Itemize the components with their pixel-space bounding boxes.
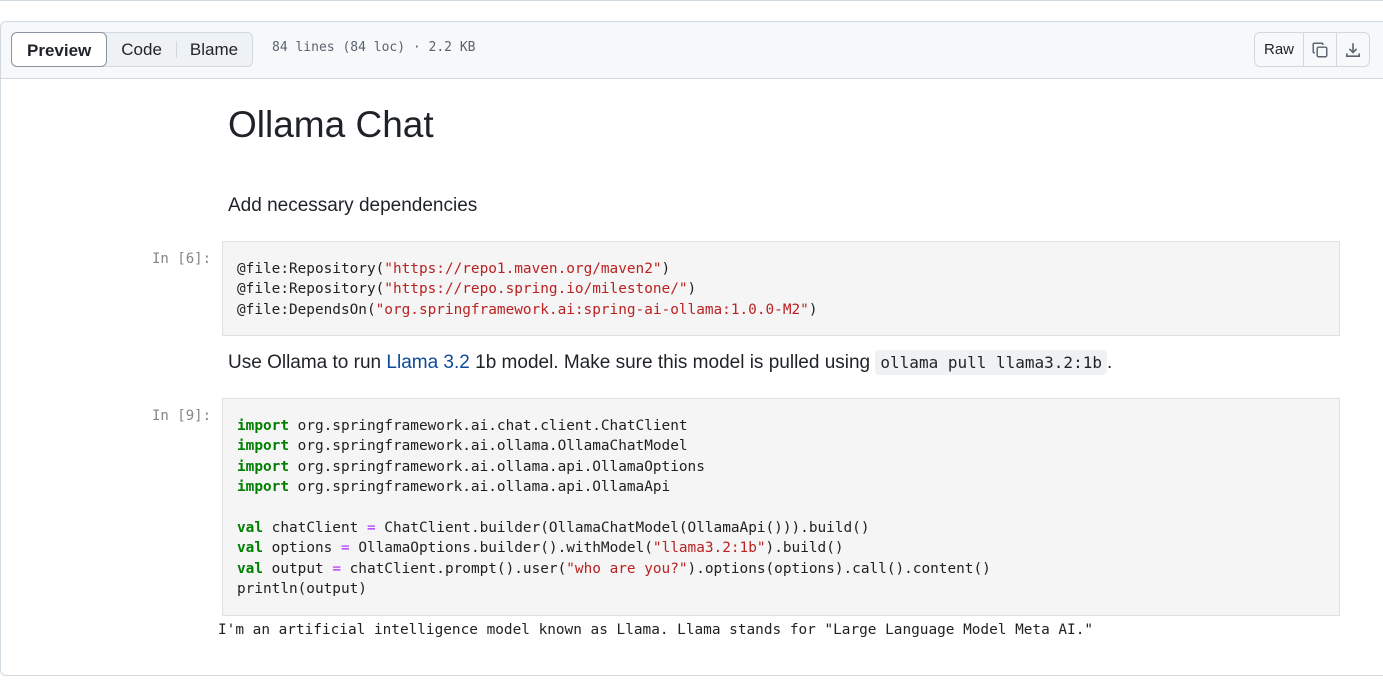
- cell-prompt: In [9]:: [152, 408, 212, 424]
- file-info: 84 lines (84 loc) · 2.2 KB: [272, 40, 476, 55]
- tab-preview[interactable]: Preview: [11, 32, 108, 67]
- code-cell-chat[interactable]: import org.springframework.ai.chat.clien…: [222, 398, 1340, 616]
- code-cell-dependencies[interactable]: @file:Repository("https://repo1.maven.or…: [222, 241, 1340, 336]
- tab-blame[interactable]: Blame: [175, 33, 252, 66]
- tab-code[interactable]: Code: [107, 33, 176, 66]
- intro-text: Add necessary dependencies: [228, 195, 478, 216]
- inline-code: ollama pull llama3.2:1b: [875, 350, 1107, 375]
- code-line: @file:DependsOn("org.springframework.ai:…: [237, 301, 818, 318]
- llama-link[interactable]: Llama 3.2: [386, 352, 469, 373]
- notebook-title: Ollama Chat: [228, 104, 434, 145]
- cell-prompt: In [6]:: [152, 251, 212, 267]
- top-divider: [0, 0, 1383, 1]
- download-button[interactable]: [1336, 33, 1369, 66]
- model-instructions: Use Ollama to run Llama 3.2 1b model. Ma…: [228, 350, 1113, 375]
- view-mode-switch: Preview Code Blame: [11, 32, 254, 67]
- code-line: @file:Repository("https://repo.spring.io…: [237, 281, 697, 298]
- copy-icon: [1312, 42, 1328, 57]
- cell-output: I'm an artificial intelligence model kno…: [218, 622, 1094, 638]
- raw-button[interactable]: Raw: [1255, 33, 1303, 66]
- copy-button[interactable]: [1303, 33, 1336, 66]
- code-block: import org.springframework.ai.chat.clien…: [237, 418, 991, 598]
- file-header: Preview Code Blame 84 lines (84 loc) · 2…: [1, 22, 1383, 79]
- code-block: @file:Repository("https://repo1.maven.or…: [237, 259, 818, 320]
- download-icon: [1346, 42, 1360, 57]
- code-line: @file:Repository("https://repo1.maven.or…: [237, 261, 671, 277]
- file-actions: Raw: [1254, 32, 1370, 67]
